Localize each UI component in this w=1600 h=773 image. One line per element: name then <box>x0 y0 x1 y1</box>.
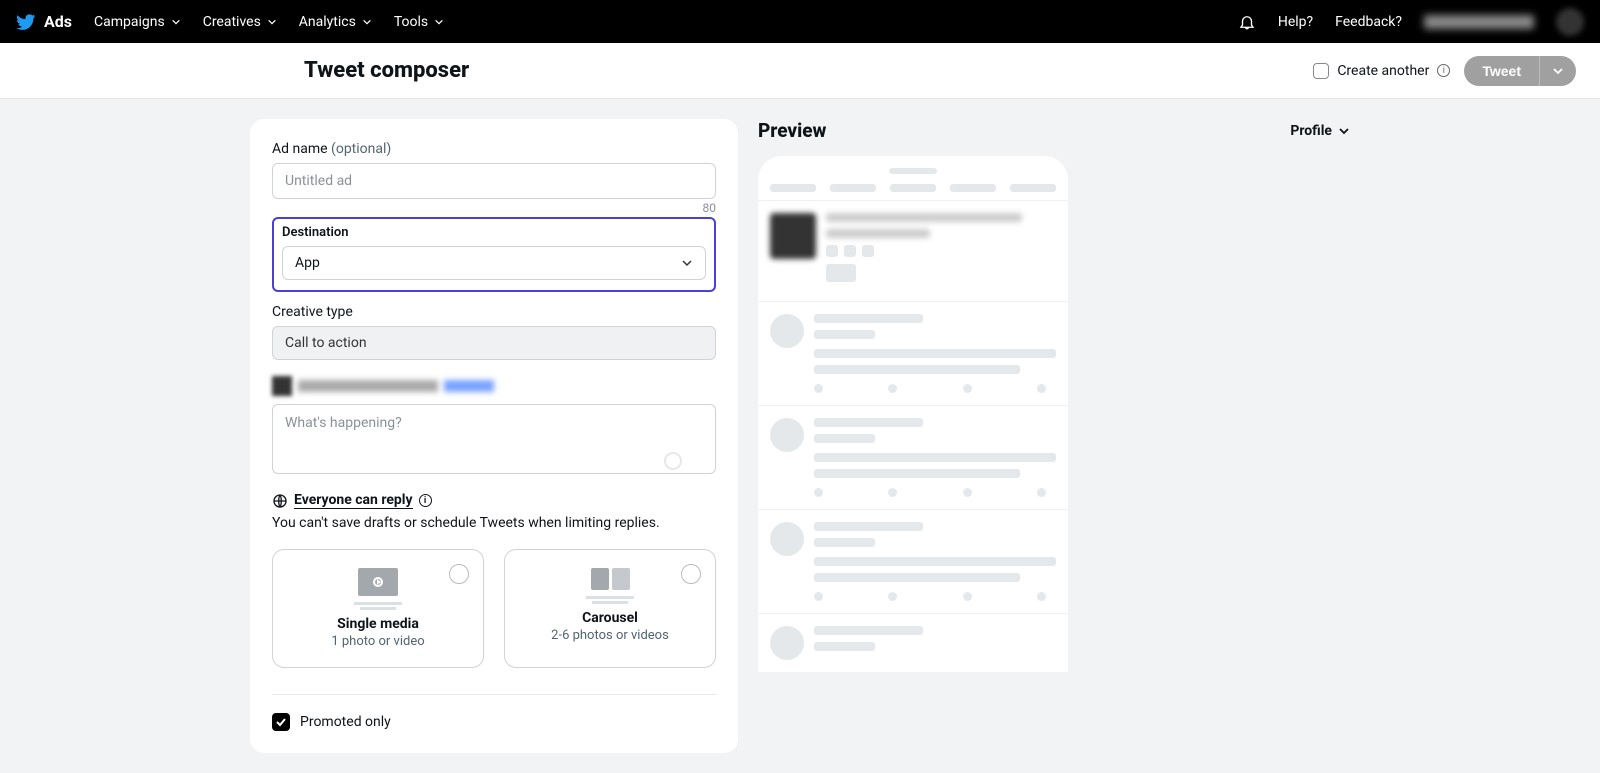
char-progress-circle <box>664 452 682 470</box>
nav-creatives[interactable]: Creatives <box>203 14 277 30</box>
nav-analytics-label: Analytics <box>299 14 356 30</box>
media-single-title: Single media <box>285 616 471 632</box>
preview-header: Preview Profile <box>758 119 1350 142</box>
skeleton-tweet <box>758 614 1068 672</box>
top-nav: Ads Campaigns Creatives Analytics Tools … <box>0 0 1600 43</box>
media-single-sub: 1 photo or video <box>285 634 471 649</box>
content-wrap: Ad name (optional) 80 Destination App Cr… <box>0 99 1600 773</box>
creative-type-value: Call to action <box>272 326 716 360</box>
ad-name-label: Ad name (optional) <box>272 141 716 157</box>
destination-section-highlighted: Destination App <box>272 217 716 292</box>
info-icon[interactable]: i <box>1437 64 1450 77</box>
nav-analytics[interactable]: Analytics <box>299 14 372 30</box>
globe-icon <box>272 493 288 509</box>
preview-title: Preview <box>758 119 826 142</box>
promoted-only-toggle[interactable]: Promoted only <box>272 713 716 731</box>
bell-icon[interactable] <box>1238 13 1256 31</box>
avatar[interactable] <box>1556 8 1584 36</box>
tweet-button-group: Tweet <box>1464 56 1576 86</box>
media-option-single[interactable]: Single media 1 photo or video <box>272 549 484 668</box>
checkbox-checked[interactable] <box>272 713 290 731</box>
nav-tools[interactable]: Tools <box>394 14 444 30</box>
account-name-redacted <box>1424 15 1534 29</box>
skeleton-avatar <box>770 626 804 660</box>
chevron-down-icon <box>267 17 277 27</box>
top-nav-left: Ads Campaigns Creatives Analytics Tools <box>16 12 444 32</box>
promoted-only-label: Promoted only <box>300 714 391 730</box>
top-nav-right: Help? Feedback? <box>1238 8 1584 36</box>
device-status-bar <box>758 164 1068 180</box>
account-avatar-redacted <box>272 376 292 396</box>
tweet-button[interactable]: Tweet <box>1464 56 1539 86</box>
ad-name-input[interactable] <box>272 163 716 199</box>
radio-unchecked[interactable] <box>681 564 701 584</box>
reply-settings-help: You can't save drafts or schedule Tweets… <box>272 515 716 531</box>
nav-campaigns[interactable]: Campaigns <box>94 14 181 30</box>
carousel-thumb-icon <box>591 568 609 590</box>
skeleton-tweet <box>758 406 1068 510</box>
check-icon <box>275 716 287 728</box>
profile-selector[interactable]: Profile <box>1290 123 1350 139</box>
account-handle-redacted <box>444 380 494 392</box>
subheader-right: Create another i Tweet <box>1313 56 1576 86</box>
nav-tools-label: Tools <box>394 14 428 30</box>
destination-label: Destination <box>282 225 706 240</box>
info-icon[interactable]: i <box>419 494 432 507</box>
chevron-down-icon <box>1338 125 1350 137</box>
page-title: Tweet composer <box>304 58 469 83</box>
chevron-down-icon <box>681 257 693 269</box>
skeleton-avatar <box>770 522 804 556</box>
preview-device <box>758 156 1068 672</box>
chevron-down-icon <box>362 17 372 27</box>
create-another-label: Create another <box>1337 63 1429 79</box>
carousel-thumb-icon <box>612 568 630 590</box>
chevron-down-icon <box>171 17 181 27</box>
account-name-redacted <box>298 380 438 392</box>
skeleton-tweet <box>758 302 1068 406</box>
chevron-down-icon <box>434 17 444 27</box>
media-carousel-sub: 2-6 photos or videos <box>517 628 703 643</box>
skeleton-tweet <box>758 510 1068 614</box>
media-carousel-title: Carousel <box>517 610 703 626</box>
reply-settings-label: Everyone can reply <box>294 492 413 509</box>
destination-select[interactable]: App <box>282 246 706 280</box>
brand-text: Ads <box>44 12 72 31</box>
destination-value: App <box>295 255 320 271</box>
nav-help[interactable]: Help? <box>1278 14 1313 30</box>
device-tabs-skeleton <box>758 180 1068 201</box>
ad-name-optional: (optional) <box>331 141 391 157</box>
nav-creatives-label: Creatives <box>203 14 261 30</box>
subheader: Tweet composer Create another i Tweet <box>0 43 1600 99</box>
reply-settings[interactable]: Everyone can reply i <box>272 492 716 509</box>
checkbox-empty[interactable] <box>1313 63 1329 79</box>
tweet-text-input[interactable] <box>272 404 716 474</box>
skeleton-avatar <box>770 213 816 259</box>
divider <box>272 694 716 695</box>
create-another-toggle[interactable]: Create another i <box>1313 63 1450 79</box>
ad-name-char-count: 80 <box>272 201 716 215</box>
account-line <box>272 376 716 396</box>
single-media-thumb-icon <box>358 568 398 596</box>
tweet-button-dropdown[interactable] <box>1539 56 1576 86</box>
preview-column: Preview Profile <box>758 119 1350 672</box>
content-inner: Ad name (optional) 80 Destination App Cr… <box>250 119 1350 753</box>
radio-unchecked[interactable] <box>449 564 469 584</box>
skeleton-avatar <box>770 314 804 348</box>
form-card: Ad name (optional) 80 Destination App Cr… <box>250 119 738 753</box>
profile-selector-label: Profile <box>1290 123 1332 139</box>
media-options: Single media 1 photo or video Carousel 2… <box>272 549 716 668</box>
skeleton-avatar <box>770 418 804 452</box>
ad-name-label-text: Ad name <box>272 141 328 157</box>
twitter-bird-icon <box>16 12 36 32</box>
brand[interactable]: Ads <box>16 12 72 32</box>
nav-feedback[interactable]: Feedback? <box>1335 14 1402 30</box>
skeleton-tweet <box>758 201 1068 302</box>
creative-type-label: Creative type <box>272 304 716 320</box>
chevron-down-icon <box>1552 65 1564 77</box>
nav-campaigns-label: Campaigns <box>94 14 165 30</box>
media-option-carousel[interactable]: Carousel 2-6 photos or videos <box>504 549 716 668</box>
